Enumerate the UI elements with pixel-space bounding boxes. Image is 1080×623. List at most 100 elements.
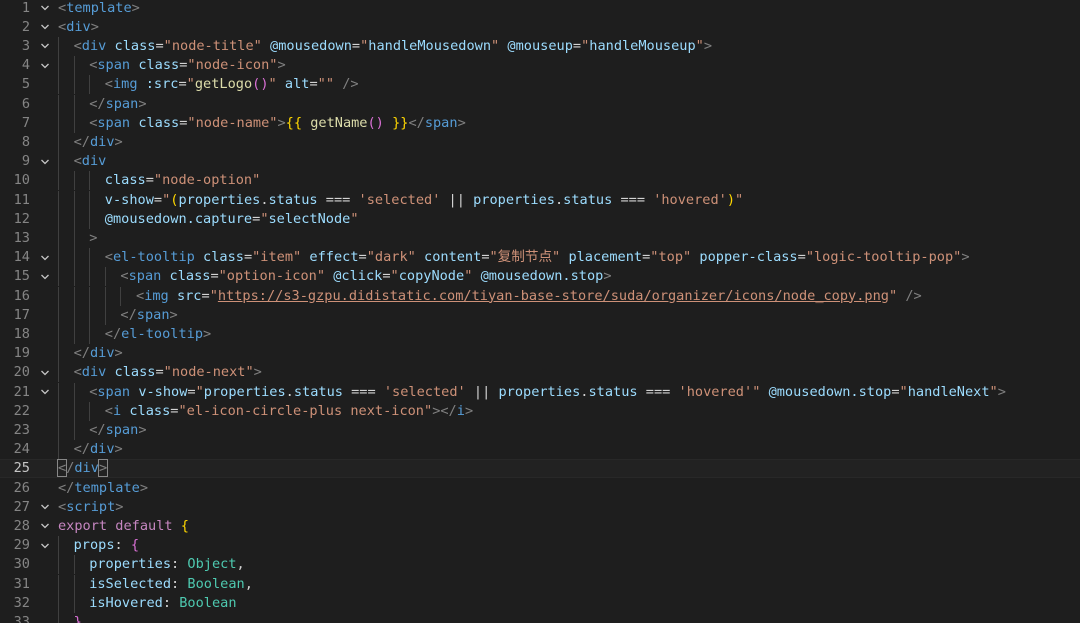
- code-line[interactable]: 7 <span class="node-name">{{ getName() }}…: [0, 113, 1080, 133]
- code-token: handleNext: [907, 383, 990, 400]
- indent-guide: [104, 267, 106, 287]
- indent-guide: [58, 248, 59, 268]
- indent-guide: [58, 574, 59, 594]
- indent-guide: [73, 401, 75, 421]
- fold-chevron-icon[interactable]: [38, 152, 52, 171]
- code-token: v-show: [138, 383, 188, 400]
- fold-chevron-icon[interactable]: [38, 248, 52, 267]
- code-line[interactable]: 8 </div>: [0, 132, 1080, 153]
- code-line[interactable]: 33}: [0, 612, 1080, 623]
- code-token: <: [73, 153, 82, 170]
- code-line[interactable]: 15 <span class="option-icon" @click="copy…: [0, 267, 1080, 287]
- fold-chevron-icon[interactable]: [38, 498, 52, 517]
- code-line[interactable]: 2 <div>: [0, 18, 1080, 37]
- fold-chevron-icon[interactable]: [38, 383, 52, 402]
- code-token: =: [155, 37, 164, 54]
- code-line[interactable]: 6 </span>: [0, 94, 1080, 114]
- code-token: >: [277, 57, 286, 74]
- code-line[interactable]: 5 <img :src="getLogo()" alt="" />: [0, 75, 1080, 95]
- code-line[interactable]: 27 <script>: [0, 498, 1080, 517]
- code-token: "el-icon-circle-plus next-icon": [178, 402, 433, 419]
- code-token: </: [58, 479, 75, 496]
- indent-guide: [73, 574, 75, 594]
- code-line[interactable]: 3 <div class="node-title" @mousedown="han…: [0, 36, 1080, 57]
- code-token: ": [888, 287, 898, 304]
- code-line[interactable]: 13 >: [0, 228, 1080, 249]
- code-token: (): [367, 114, 384, 131]
- code-token: :: [171, 556, 188, 573]
- fold-chevron-icon[interactable]: [38, 18, 52, 37]
- line-number: 24: [13, 441, 30, 458]
- fold-chevron-icon[interactable]: [38, 267, 52, 286]
- line-number: 28: [13, 517, 30, 534]
- code-line[interactable]: 29 props: {: [0, 536, 1080, 556]
- code-token: =: [309, 76, 318, 93]
- line-number: 19: [13, 345, 30, 362]
- code-token: .: [554, 191, 564, 208]
- indent-guide: [89, 324, 91, 345]
- code-text: <script>: [58, 498, 123, 517]
- code-line[interactable]: 22 <i class="el-icon-circle-plus next-ico…: [0, 401, 1080, 421]
- code-token: <: [73, 364, 82, 381]
- code-token: @mousedown.stop: [480, 268, 604, 285]
- indent-guide: [58, 152, 59, 172]
- code-text: properties: Object,: [89, 555, 245, 574]
- fold-chevron-icon[interactable]: [38, 56, 52, 75]
- code-token: :src: [145, 76, 179, 93]
- code-line[interactable]: 20 <div class="node-next">: [0, 363, 1080, 383]
- line-number: 30: [13, 556, 30, 573]
- line-number: 25: [13, 460, 30, 477]
- fold-chevron-icon[interactable]: [38, 536, 52, 555]
- code-line[interactable]: 12 @mousedown.capture="selectNode": [0, 209, 1080, 229]
- code-token: ": [209, 287, 218, 304]
- code-line[interactable]: 17 </span>: [0, 305, 1080, 325]
- code-token: effect: [309, 249, 359, 266]
- line-number: 13: [13, 229, 30, 246]
- code-line[interactable]: 31 isSelected: Boolean,: [0, 574, 1080, 594]
- line-number: 2: [21, 18, 30, 35]
- code-text: </span>: [89, 421, 146, 440]
- code-token: ": [268, 76, 277, 93]
- code-token: i: [456, 402, 465, 419]
- code-line[interactable]: 9 <div: [0, 152, 1080, 172]
- code-line[interactable]: 11 v-show="(properties.status === 'select…: [0, 190, 1080, 210]
- code-line[interactable]: 23 </span>: [0, 420, 1080, 441]
- fold-chevron-icon[interactable]: [38, 363, 52, 382]
- fold-chevron-icon[interactable]: [38, 37, 52, 56]
- line-number: 31: [13, 575, 30, 592]
- code-line[interactable]: 26 </template>: [0, 479, 1080, 498]
- fold-chevron-icon[interactable]: [38, 0, 52, 18]
- code-token: ===: [612, 191, 654, 208]
- code-token: >: [131, 0, 140, 16]
- code-line[interactable]: 10 class="node-option": [0, 171, 1080, 191]
- code-line[interactable]: 25 </div>: [0, 459, 1080, 479]
- code-text: </div>: [74, 440, 123, 459]
- code-line[interactable]: 24 </div>: [0, 440, 1080, 460]
- code-line[interactable]: 21 <span v-show="properties.status === 's…: [0, 382, 1080, 402]
- indent-guide: [58, 401, 59, 421]
- code-token: ": [899, 383, 908, 400]
- code-token: ": [390, 268, 399, 285]
- code-token: @mouseup: [507, 37, 573, 54]
- code-token: =: [572, 37, 582, 54]
- fold-chevron-icon[interactable]: [38, 517, 52, 536]
- code-token: "logic-tooltip-pop": [805, 249, 962, 266]
- code-line[interactable]: 19 </div>: [0, 344, 1080, 364]
- code-line[interactable]: 16 <img src="https://s3-gzpu.didistatic.c…: [0, 286, 1080, 306]
- code-editor[interactable]: 1 <template> 2 <div> 3 <div class="node-title…: [0, 0, 1080, 623]
- code-line[interactable]: 28 export default {: [0, 517, 1080, 536]
- code-line[interactable]: 30 properties: Object,: [0, 555, 1080, 575]
- code-line[interactable]: 1 <template>: [0, 0, 1080, 18]
- code-token: </: [73, 133, 90, 150]
- code-line[interactable]: 18 </el-tooltip>: [0, 324, 1080, 345]
- line-number: 27: [13, 498, 30, 515]
- indent-guide: [73, 228, 75, 249]
- code-text: isHovered: Boolean: [89, 594, 236, 613]
- line-number: 20: [13, 364, 30, 381]
- code-line[interactable]: 14 <el-tooltip class="item" effect="dark"…: [0, 248, 1080, 268]
- code-token: "复制节点": [489, 249, 561, 266]
- code-token: .: [285, 383, 294, 400]
- code-line[interactable]: 32 isHovered: Boolean: [0, 593, 1080, 613]
- code-line[interactable]: 4 <span class="node-icon">: [0, 56, 1080, 76]
